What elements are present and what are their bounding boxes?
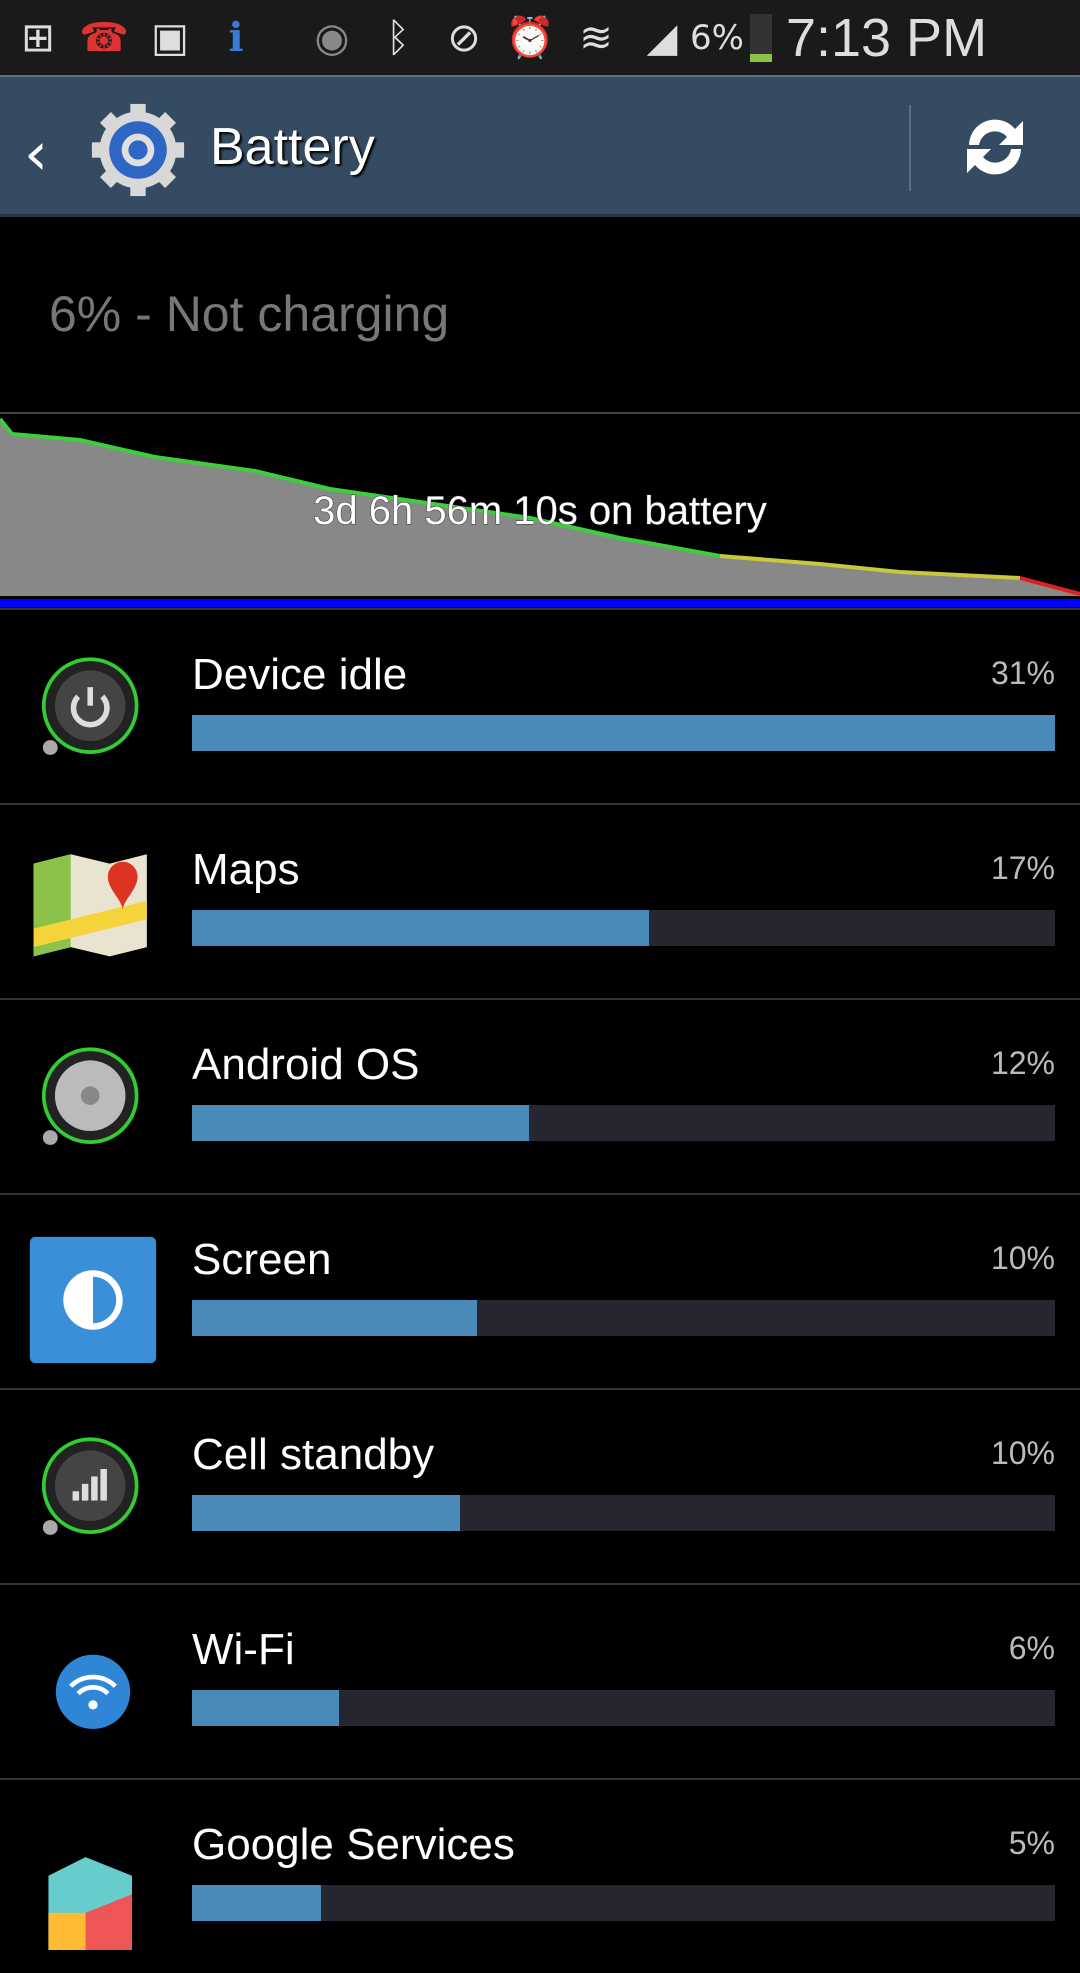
usage-bar [192, 1690, 1055, 1726]
clock: 7:13 PM [785, 7, 988, 68]
android-os-icon [41, 1047, 139, 1145]
action-bar: ‹ Battery [0, 75, 1080, 217]
usage-bar-fill [192, 1885, 322, 1921]
google-services-icon [48, 1857, 132, 1950]
bluetooth-icon: ᛒ [386, 14, 410, 61]
item-name: Device idle [192, 650, 408, 699]
graph-duration-label: 3d 6h 56m 10s on battery [313, 489, 767, 533]
item-name: Wi-Fi [192, 1625, 295, 1674]
status-bar: ⊞ ☎ ▣ ℹ ◉ ᛒ ⊘ ⏰ ≋ ◢ 6% 7:13 PM [0, 0, 1080, 75]
power-icon [41, 657, 139, 755]
refresh-icon[interactable] [955, 107, 1035, 187]
list-item[interactable]: Wi-Fi 6% [0, 1583, 1080, 1778]
battery-icon [749, 13, 772, 62]
battery-graph-svg: 3d 6h 56m 10s on battery [0, 417, 1080, 607]
signal-icon: ◢ [646, 14, 678, 61]
battery-status-text: 6% - Not charging [49, 286, 450, 342]
battery-percent: 6% [690, 17, 744, 58]
info-icon: ℹ [228, 14, 244, 61]
item-name: Google Services [192, 1820, 515, 1869]
wifi-icon [55, 1654, 131, 1729]
maps-icon [33, 854, 147, 957]
list-item[interactable]: Google Services 5% [0, 1778, 1080, 1973]
battery-history-graph[interactable]: 3d 6h 56m 10s on battery [0, 412, 1080, 610]
item-percent: 10% [990, 1435, 1055, 1471]
list-item[interactable]: Screen 10% [0, 1193, 1080, 1388]
settings-gear-icon[interactable] [90, 102, 186, 198]
usage-bar-fill [192, 715, 1055, 751]
smart-stay-eye-icon: ◉ [314, 14, 350, 61]
list-item[interactable]: Android OS 12% [0, 998, 1080, 1193]
divider [909, 105, 911, 191]
item-percent: 6% [1008, 1630, 1055, 1666]
item-percent: 5% [1008, 1825, 1055, 1861]
mute-icon: ⊘ [447, 14, 481, 61]
item-percent: 10% [990, 1240, 1055, 1276]
alarm-icon: ⏰ [505, 15, 555, 61]
add-notification-icon: ⊞ [21, 14, 55, 61]
usage-bar [192, 910, 1055, 946]
graph-baseline [0, 599, 1080, 607]
usage-bar [192, 1300, 1055, 1336]
screen-brightness-icon [29, 1236, 157, 1364]
item-name: Android OS [192, 1040, 420, 1089]
item-name: Cell standby [192, 1430, 435, 1479]
usage-bar-fill [192, 1690, 339, 1726]
item-name: Maps [192, 845, 300, 894]
wifi-icon: ≋ [579, 14, 613, 61]
item-percent: 31% [990, 655, 1055, 691]
cell-signal-icon [41, 1437, 139, 1535]
usage-bar-fill [192, 1300, 477, 1336]
usage-bar [192, 1105, 1055, 1141]
chevron-left-icon[interactable]: ‹ [24, 119, 48, 189]
usage-bar [192, 715, 1055, 751]
item-name: Screen [192, 1235, 332, 1284]
list-item[interactable]: Maps 17% [0, 803, 1080, 998]
list-item[interactable]: Device idle 31% [0, 608, 1080, 803]
usage-bar [192, 1885, 1055, 1921]
usage-list: Device idle 31% Maps 17% Android OS 12% … [0, 608, 1080, 1973]
missed-call-icon: ☎ [79, 14, 129, 61]
usage-bar-fill [192, 1105, 529, 1141]
list-item[interactable]: Cell standby 10% [0, 1388, 1080, 1583]
item-percent: 12% [990, 1045, 1055, 1081]
image-icon: ▣ [151, 14, 189, 61]
usage-bar [192, 1495, 1055, 1531]
usage-bar-fill [192, 910, 650, 946]
page-title: Battery [210, 118, 375, 176]
item-percent: 17% [990, 850, 1055, 886]
usage-bar-fill [192, 1495, 460, 1531]
